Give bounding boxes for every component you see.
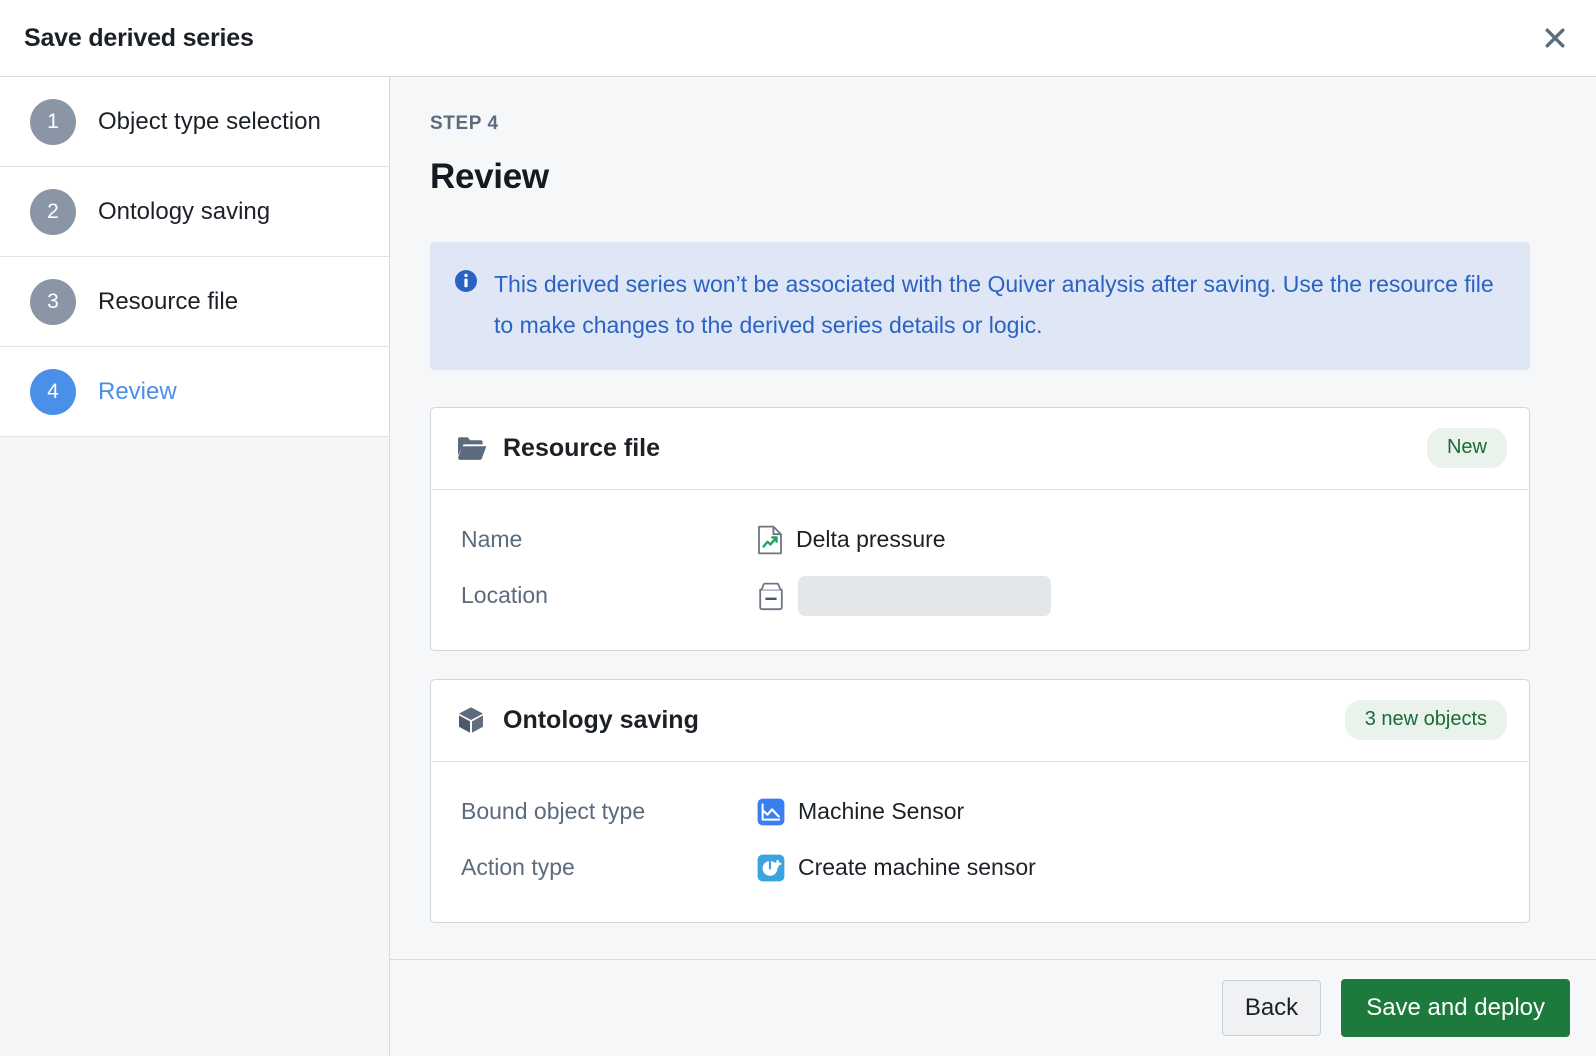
page-title: Review <box>430 157 549 196</box>
status-badge: New <box>1426 428 1507 469</box>
cube-icon <box>457 705 487 735</box>
close-icon[interactable] <box>1538 21 1572 55</box>
step-number-badge: 4 <box>30 368 76 415</box>
step-number-badge: 1 <box>30 98 76 145</box>
info-circle-icon <box>454 269 478 346</box>
folder-icon <box>457 435 487 461</box>
row-value-text: Delta pressure <box>796 526 946 553</box>
step-content: STEP 4 Review This derived series won’t … <box>390 77 1596 1056</box>
row-name: Name Delta pressure <box>461 512 1503 568</box>
step-number-badge: 2 <box>30 188 76 235</box>
ontology-saving-card: Ontology saving 3 new objects Bound obje… <box>430 678 1530 923</box>
row-value-text: Create machine sensor <box>798 854 1036 881</box>
content-scroll-area: STEP 4 Review This derived series won’t … <box>390 77 1596 959</box>
sidebar-item-resource-file[interactable]: 3 Resource file <box>0 257 389 347</box>
card-header: Ontology saving 3 new objects <box>431 680 1529 762</box>
status-badge: 3 new objects <box>1344 700 1507 741</box>
dialog-titlebar: Save derived series <box>0 0 1596 77</box>
sidebar-item-review[interactable]: 4 Review <box>0 347 389 437</box>
dialog-footer: Back Save and deploy <box>390 959 1596 1056</box>
row-value: Machine Sensor <box>757 798 964 826</box>
save-derived-series-dialog: Save derived series 1 Object type select… <box>0 0 1596 1056</box>
row-location: Location <box>461 568 1503 624</box>
chart-tile-icon <box>757 798 785 826</box>
back-button[interactable]: Back <box>1221 980 1322 1036</box>
step-number-badge: 3 <box>30 278 76 325</box>
row-label: Location <box>461 582 548 609</box>
dialog-title: Save derived series <box>24 23 254 52</box>
sidebar-item-ontology-saving[interactable]: 2 Ontology saving <box>0 167 389 257</box>
card-title: Resource file <box>503 433 661 462</box>
card-body: Bound object type Machine Sensor Action … <box>431 762 1529 922</box>
sidebar-empty-area <box>0 437 389 1056</box>
info-banner-text: This derived series won’t be associated … <box>494 271 1494 338</box>
step-sidebar: 1 Object type selection 2 Ontology savin… <box>0 77 390 1056</box>
location-value-placeholder[interactable] <box>798 575 1051 616</box>
step-eyebrow: STEP 4 <box>430 113 499 134</box>
create-action-tile-icon <box>757 854 785 882</box>
row-label: Bound object type <box>461 798 646 825</box>
sidebar-item-label: Review <box>98 377 177 405</box>
document-chart-icon <box>757 525 783 555</box>
dialog-body: 1 Object type selection 2 Ontology savin… <box>0 77 1596 1056</box>
row-action-type: Action type Create machine sensor <box>461 840 1503 896</box>
row-value <box>757 575 1051 616</box>
sidebar-item-object-type-selection[interactable]: 1 Object type selection <box>0 77 389 167</box>
file-box-icon <box>757 581 785 611</box>
row-bound-object-type: Bound object type Machine Sensor <box>461 784 1503 840</box>
row-value: Delta pressure <box>757 525 946 555</box>
resource-file-card: Resource file New Name Delta pressure Lo… <box>430 406 1530 651</box>
card-title: Ontology saving <box>503 705 699 734</box>
row-value-text: Machine Sensor <box>798 798 965 825</box>
sidebar-item-label: Object type selection <box>98 107 321 135</box>
card-body: Name Delta pressure Location <box>431 490 1529 650</box>
row-value: Create machine sensor <box>757 854 1036 882</box>
card-header: Resource file New <box>431 408 1529 490</box>
row-label: Action type <box>461 854 575 881</box>
sidebar-item-label: Resource file <box>98 287 239 315</box>
row-label: Name <box>461 526 523 553</box>
sidebar-item-label: Ontology saving <box>98 197 271 225</box>
info-banner: This derived series won’t be associated … <box>430 242 1530 370</box>
save-and-deploy-button[interactable]: Save and deploy <box>1341 979 1570 1037</box>
